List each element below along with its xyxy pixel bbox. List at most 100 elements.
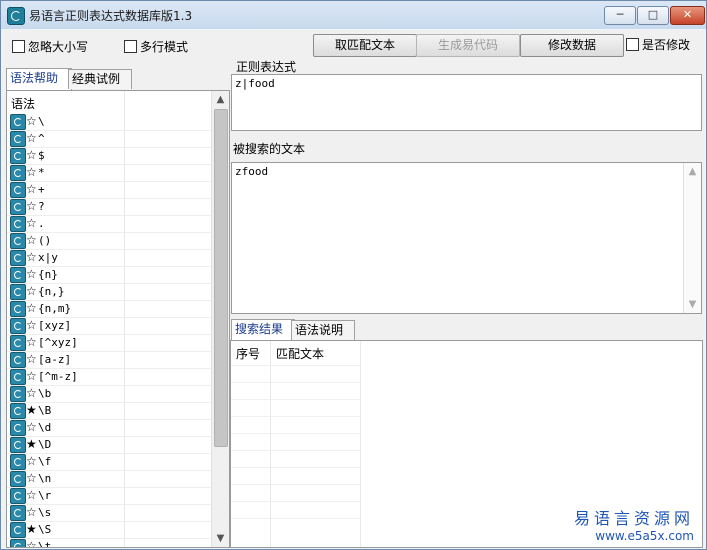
minimize-button[interactable]: ─: [604, 6, 636, 25]
star-icon: ☆: [26, 199, 37, 213]
list-item[interactable]: ☆.: [7, 215, 217, 233]
list-item[interactable]: ★ \D: [7, 436, 217, 454]
title-bar[interactable]: 易语言正则表达式数据库版1.3 ─ □ ✕: [1, 1, 706, 29]
generate-code-button[interactable]: 生成易代码: [416, 34, 520, 57]
syntax-item-text: (): [38, 234, 52, 247]
search-text-value[interactable]: zfood: [235, 165, 268, 178]
list-item[interactable]: ☆ \s: [7, 504, 217, 522]
list-item[interactable]: ☆ +: [7, 181, 217, 199]
syntax-item-icon: [10, 267, 26, 283]
list-item[interactable]: ☆ [^m-z]: [7, 368, 217, 386]
star-icon: ☆: [26, 471, 37, 485]
star-icon: ☆: [26, 267, 37, 281]
modify-checkbox[interactable]: 是否修改: [626, 37, 690, 53]
syntax-item-icon: [10, 335, 26, 351]
syntax-item-text: \n: [38, 472, 52, 485]
star-icon: ☆: [26, 454, 37, 468]
syntax-item-text: \f: [38, 455, 52, 468]
scroll-up-arrow-icon[interactable]: ▲: [684, 163, 701, 180]
list-item[interactable]: ☆ {n,m}: [7, 300, 217, 318]
list-item[interactable]: ☆ \n: [7, 470, 217, 488]
tab-search-results[interactable]: 搜索结果: [231, 319, 295, 341]
syntax-item-text: \b: [38, 387, 52, 400]
modify-box[interactable]: [626, 38, 639, 51]
ignore-case-checkbox[interactable]: 忽略大小写: [12, 39, 88, 55]
scroll-thumb[interactable]: [214, 109, 228, 447]
syntax-item-icon: [10, 114, 26, 130]
syntax-item-icon: [10, 216, 26, 232]
multiline-box[interactable]: [124, 40, 137, 53]
regex-input[interactable]: z|food: [231, 74, 702, 131]
list-item[interactable]: ☆ $: [7, 147, 217, 165]
syntax-item-text: [xyz]: [38, 319, 72, 332]
list-item[interactable]: ☆ *: [7, 164, 217, 182]
list-item[interactable]: ☆ \: [7, 113, 217, 131]
star-icon: ☆: [26, 250, 37, 264]
maximize-button[interactable]: □: [637, 6, 669, 25]
syntax-item-icon: [10, 131, 26, 147]
syntax-item-text: {n,m}: [38, 302, 72, 315]
grid-line: [231, 382, 360, 383]
syntax-item-text: ?: [38, 200, 45, 213]
regex-group-label: 正则表达式: [236, 60, 297, 74]
star-icon: ☆: [26, 301, 37, 315]
list-item[interactable]: ☆ \f: [7, 453, 217, 471]
syntax-list-panel: 语法 ☆ \ ☆ ^ ☆ $ ☆ * ☆ + ☆? ☆. ☆() ☆ x|y ☆ {n} ☆ {n,} ☆ {n,m} ☆…: [6, 90, 230, 548]
watermark-title: 易语言资源网: [573, 509, 694, 528]
list-item[interactable]: ☆ \t: [7, 538, 217, 547]
syntax-item-icon: [10, 522, 26, 538]
app-logo-icon: [7, 7, 25, 25]
search-text-area[interactable]: zfood ▲ ▼: [231, 162, 702, 314]
list-item[interactable]: ☆ x|y: [7, 249, 217, 267]
syntax-item-text: \r: [38, 489, 52, 502]
list-item[interactable]: ☆ [^xyz]: [7, 334, 217, 352]
list-item[interactable]: ☆ \b: [7, 385, 217, 403]
syntax-item-text: .: [38, 217, 45, 230]
regex-value[interactable]: z|food: [235, 77, 275, 90]
column-header-match-text[interactable]: 匹配文本: [276, 345, 324, 362]
modify-data-button[interactable]: 修改数据: [520, 34, 624, 57]
list-item[interactable]: ☆?: [7, 198, 217, 216]
star-icon: ☆: [26, 165, 37, 179]
syntax-item-icon: [10, 250, 26, 266]
column-separator: [270, 341, 271, 547]
scroll-down-arrow-icon[interactable]: ▼: [212, 530, 229, 547]
take-match-text-button[interactable]: 取匹配文本: [313, 34, 417, 57]
multiline-checkbox[interactable]: 多行模式: [124, 39, 188, 55]
tab-syntax-help[interactable]: 语法帮助: [6, 68, 72, 90]
list-item[interactable]: ★ \S: [7, 521, 217, 539]
grid-line: [231, 518, 360, 519]
tab-classic-examples[interactable]: 经典试例: [68, 69, 132, 89]
syntax-item-text: ^: [38, 132, 45, 145]
watermark: 易语言资源网 www.e5a5x.com: [574, 505, 694, 543]
search-text-scrollbar[interactable]: ▲ ▼: [683, 163, 701, 313]
syntax-item-icon: [10, 369, 26, 385]
ignore-case-box[interactable]: [12, 40, 25, 53]
list-item[interactable]: ☆ [xyz]: [7, 317, 217, 335]
scroll-up-arrow-icon[interactable]: ▲: [212, 91, 229, 108]
close-button[interactable]: ✕: [670, 6, 705, 25]
syntax-item-icon: [10, 454, 26, 470]
star-icon: ☆: [26, 386, 37, 400]
tab-syntax-notes[interactable]: 语法说明: [291, 320, 355, 340]
syntax-list-scrollbar[interactable]: ▲ ▼: [211, 91, 229, 547]
column-header-index[interactable]: 序号: [236, 345, 260, 362]
list-item[interactable]: ☆ \d: [7, 419, 217, 437]
results-table: 序号 匹配文本 易语言资源网 www.e5a5x.com: [230, 340, 703, 548]
list-item[interactable]: ☆ [a-z]: [7, 351, 217, 369]
syntax-column-header[interactable]: 语法: [11, 95, 35, 112]
list-item[interactable]: ☆ ^: [7, 130, 217, 148]
list-item[interactable]: ☆ {n}: [7, 266, 217, 284]
list-item[interactable]: ☆ {n,}: [7, 283, 217, 301]
list-item[interactable]: ☆(): [7, 232, 217, 250]
list-item[interactable]: ☆ \r: [7, 487, 217, 505]
scroll-down-arrow-icon[interactable]: ▼: [684, 296, 701, 313]
modify-label: 是否修改: [642, 38, 691, 52]
syntax-item-text: \B: [38, 404, 52, 417]
syntax-item-icon: [10, 318, 26, 334]
star-icon: ☆: [26, 318, 37, 332]
star-icon: ☆: [26, 216, 37, 230]
syntax-item-text: \s: [38, 506, 52, 519]
syntax-item-text: $: [38, 149, 45, 162]
list-item[interactable]: ★ \B: [7, 402, 217, 420]
